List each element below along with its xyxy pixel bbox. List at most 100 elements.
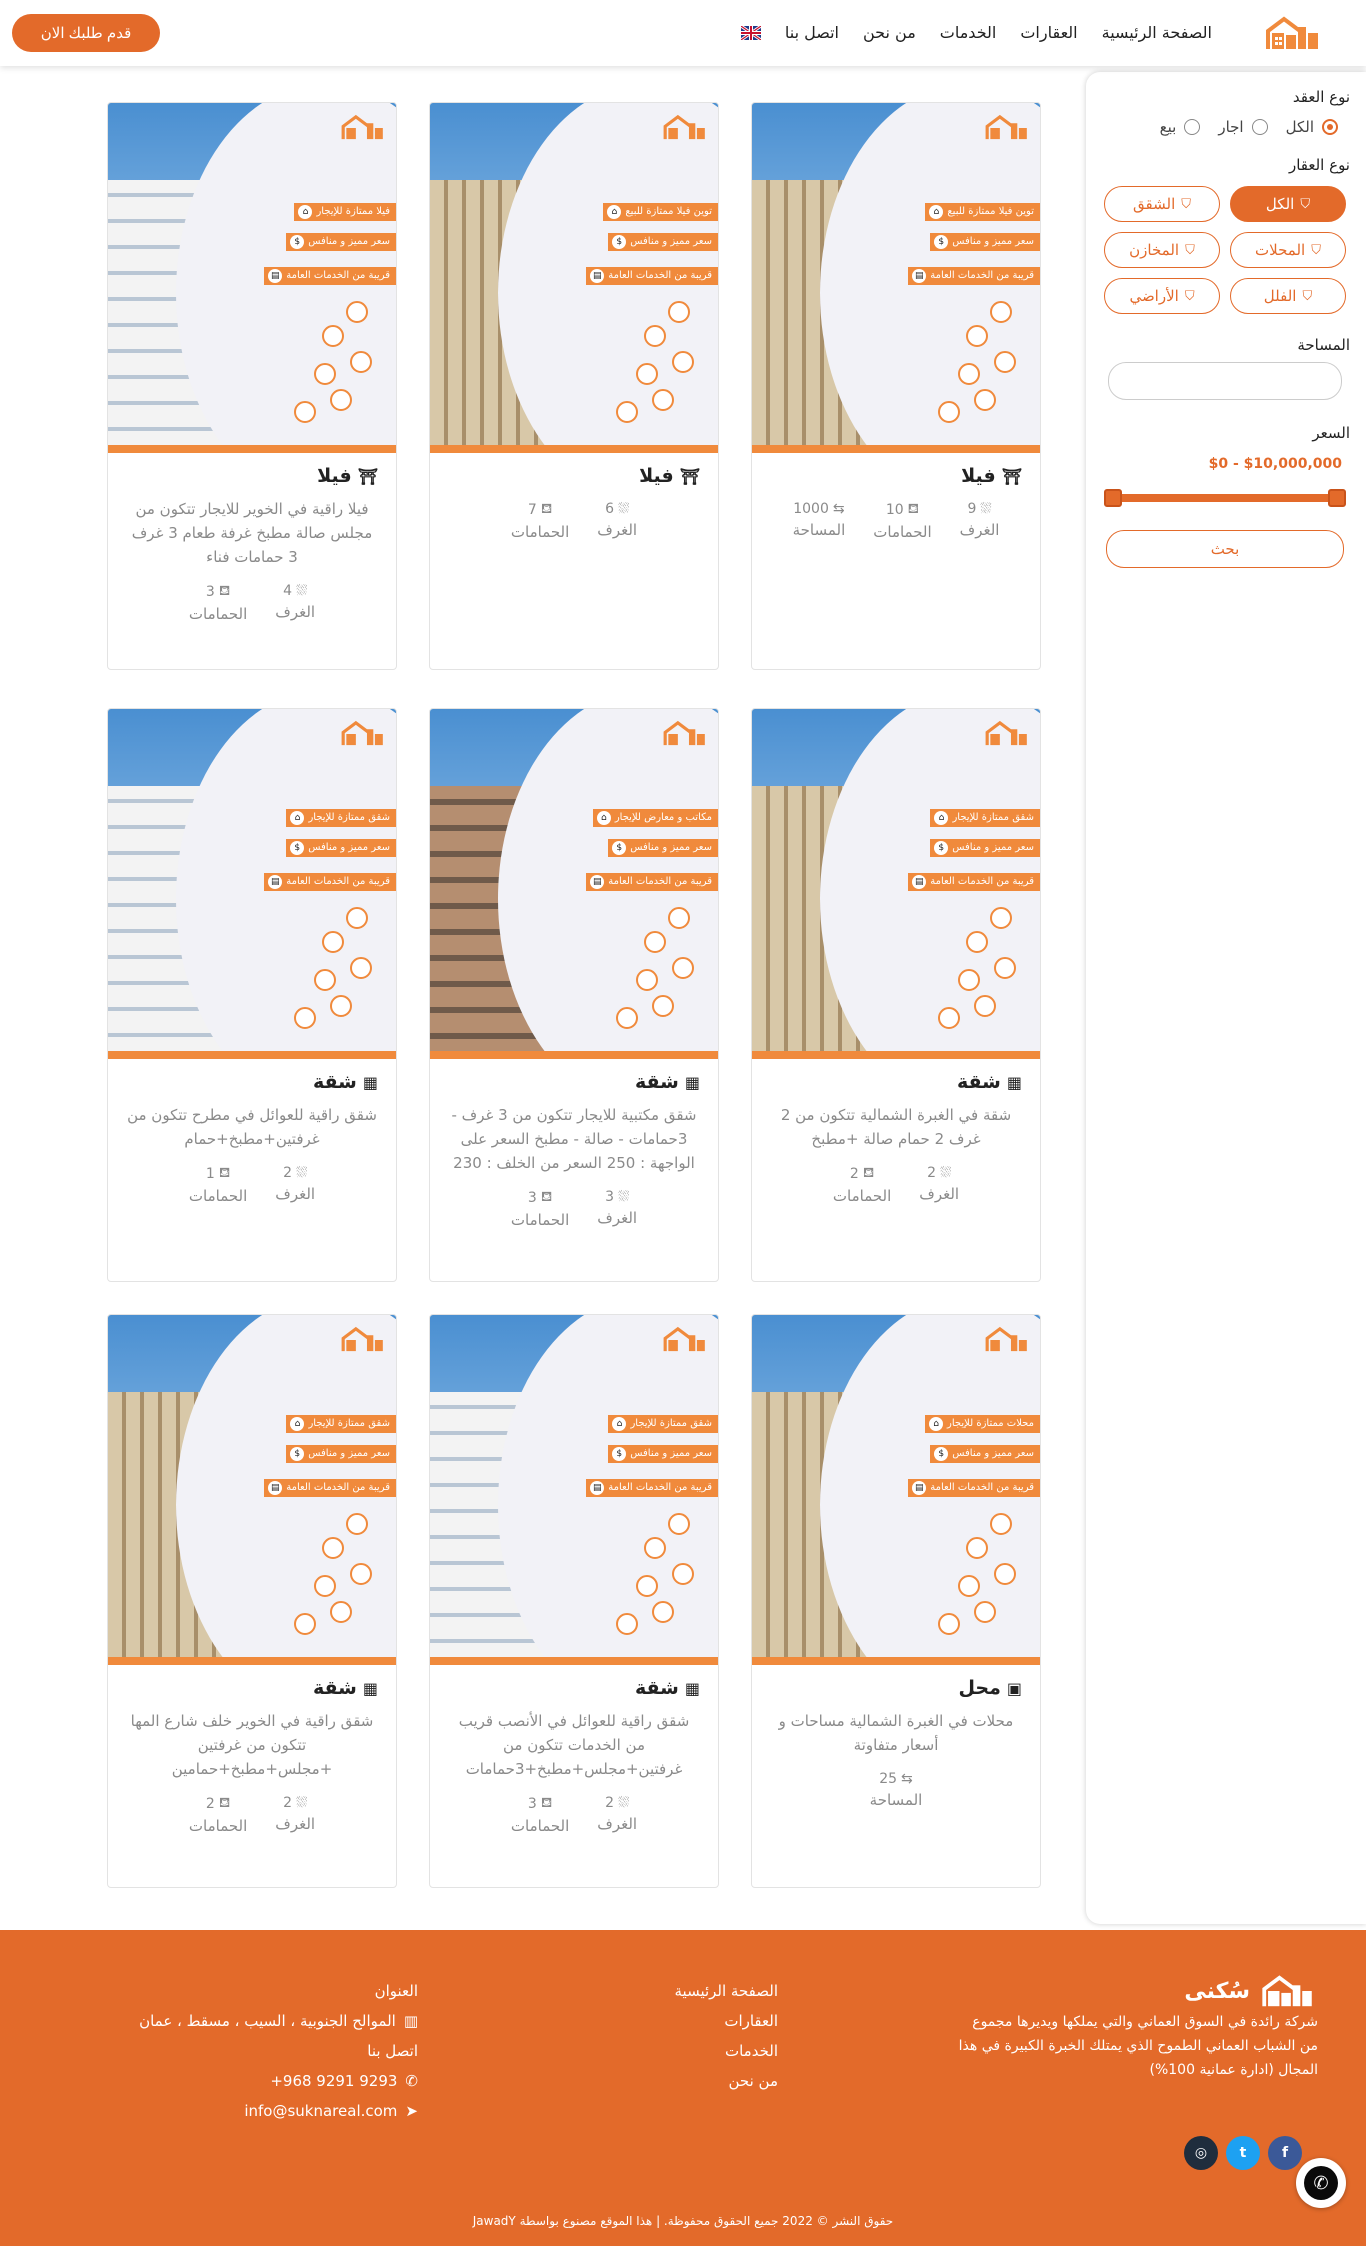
property-type[interactable]: ▣ محل [770,1677,1022,1699]
property-type[interactable]: ▦ شقة [770,1071,1022,1093]
property-card[interactable]: محلات ممتازة للإيجار ⌂ سعر مميز و منافس $ قر… [751,1314,1041,1888]
property-card[interactable]: توين فيلا ممتازة للبيع ⌂ سعر مميز و منافس $… [751,102,1041,670]
feature-dot [652,389,674,411]
property-image[interactable]: مكاتب و معارض للإيجار ⌂ سعر مميز و منافس $ ق… [430,709,718,1059]
footer-link-about[interactable]: من نحن [675,2072,779,2090]
stat-value: 2 [927,1165,937,1181]
bath-icon: ⛾ [218,1165,231,1181]
property-card[interactable]: شقق ممتازة للإيجار ⌂ سعر مميز و منافس $ قريب… [107,708,397,1282]
image-tag-text: توين فيلا ممتازة للبيع [625,206,712,217]
send-icon: ➤ [405,2102,418,2120]
property-type[interactable]: ▦ شقة [448,1071,700,1093]
property-image[interactable]: شقق ممتازة للإيجار ⌂ سعر مميز و منافس $ قريب… [108,709,396,1059]
price-label: السعر [1312,424,1350,442]
property-card[interactable]: توين فيلا ممتازة للبيع ⌂ سعر مميز و منافس $… [429,102,719,670]
stat-label: الغرف [597,521,638,539]
property-filter-all[interactable]: ⛉ الكل [1230,186,1346,222]
property-type[interactable]: ▦ شقة [448,1677,700,1699]
price-min-handle[interactable] [1104,489,1122,507]
image-tag: شقق ممتازة للإيجار ⌂ [286,809,396,827]
feature-dot [616,1007,638,1029]
property-type[interactable]: ⛩ فيلا [770,465,1022,487]
shop-icon: ▣ [1006,1678,1022,1698]
footer-link-home[interactable]: الصفحة الرئيسية [675,1982,779,2000]
image-tag-text: سعر مميز و منافس [308,236,390,247]
instagram-icon[interactable]: ◎ [1184,2136,1218,2170]
property-type-group: ⛉ الكل ⛉ الشقق ⛉ المحلات ⛉ المخازن ⛉ الفلل ⛉ ا… [1104,186,1346,314]
stat-label: المساحة [869,1791,923,1809]
contract-option-all[interactable]: الكل [1286,118,1338,136]
feature-dot [636,969,658,991]
property-type[interactable]: ▦ شقة [126,1071,378,1093]
email-link[interactable]: info@suknareal.com [244,2102,397,2120]
property-image[interactable]: توين فيلا ممتازة للبيع ⌂ سعر مميز و منافس $… [430,103,718,453]
property-filter-warehouses[interactable]: ⛉ المخازن [1104,232,1220,268]
property-image[interactable]: محلات ممتازة للإيجار ⌂ سعر مميز و منافس $ قر… [752,1315,1040,1665]
contract-option-label: اجار [1218,118,1244,136]
nav-home[interactable]: الصفحة الرئيسية [1102,23,1212,42]
price-range-slider[interactable] [1104,489,1346,507]
contract-option-rent[interactable]: اجار [1218,118,1268,136]
sukna-logo[interactable] [1264,13,1322,53]
image-tag-text: قريبة من الخدمات العامة [286,270,390,281]
property-stats: ⇆ 25 المساحة [770,1771,1022,1809]
footer-link-services[interactable]: الخدمات [675,2042,778,2060]
stat-value: 2 [283,1165,293,1181]
property-card[interactable]: شقق ممتازة للإيجار ⌂ سعر مميز و منافس $ قريب… [751,708,1041,1282]
feature-dot [958,1575,980,1597]
feature-dot [958,363,980,385]
property-image[interactable]: فيلا ممتازة للإيجار ⌂ سعر مميز و منافس $ قري… [108,103,396,453]
property-filter-shops[interactable]: ⛉ المحلات [1230,232,1346,268]
image-tag: سعر مميز و منافس $ [608,1445,718,1463]
nav-contact[interactable]: اتصل بنا [785,23,839,42]
apply-now-button[interactable]: قدم طلبك الان [12,14,160,52]
nav-properties[interactable]: العقارات [1020,23,1077,42]
building-icon: ▦ [684,1678,700,1698]
search-button[interactable]: بحث [1106,530,1344,568]
property-image[interactable]: شقق ممتازة للإيجار ⌂ سعر مميز و منافس $ قريب… [430,1315,718,1665]
phone-link[interactable]: +968 9291 9293 [270,2072,397,2090]
property-card[interactable]: فيلا ممتازة للإيجار ⌂ سعر مميز و منافس $ قري… [107,102,397,670]
property-filter-villas[interactable]: ⛉ الفلل [1230,278,1346,314]
nav-about[interactable]: من نحن [863,23,916,42]
image-tag: فيلا ممتازة للإيجار ⌂ [294,203,396,221]
image-tag-text: قريبة من الخدمات العامة [286,1482,390,1493]
area-icon: ⇆ [901,1771,913,1787]
property-filter-lands[interactable]: ⛉ الأراضي [1104,278,1220,314]
image-tag-text: قريبة من الخدمات العامة [608,876,712,887]
twitter-icon[interactable]: t [1226,2136,1260,2170]
property-type[interactable]: ▦ شقة [126,1677,378,1699]
social-links: f t ◎ [1184,2136,1302,2170]
property-type[interactable]: ⛩ فيلا [126,465,378,487]
property-image[interactable]: توين فيلا ممتازة للبيع ⌂ سعر مميز و منافس $… [752,103,1040,453]
price-max-handle[interactable] [1328,489,1346,507]
property-type[interactable]: ⛩ فيلا [448,465,700,487]
stat-value: 2 [283,1795,293,1811]
radio-icon[interactable] [1251,119,1268,135]
image-footer-strip [752,445,1040,453]
image-tag: توين فيلا ممتازة للبيع ⌂ [603,203,718,221]
image-tag: قريبة من الخدمات العامة ▤ [908,1479,1040,1497]
image-tag: سعر مميز و منافس $ [286,839,396,857]
feature-dot [958,969,980,991]
image-tag-text: سعر مميز و منافس [952,1448,1034,1459]
property-card[interactable]: شقق ممتازة للإيجار ⌂ سعر مميز و منافس $ قريب… [107,1314,397,1888]
filter-icon: ⛉ [1302,288,1313,303]
stat-label: الحمامات [510,523,570,541]
area-input[interactable] [1108,362,1342,400]
property-filter-apartments[interactable]: ⛉ الشقق [1104,186,1220,222]
property-card[interactable]: شقق ممتازة للإيجار ⌂ سعر مميز و منافس $ قريب… [429,1314,719,1888]
property-image[interactable]: شقق ممتازة للإيجار ⌂ سعر مميز و منافس $ قريب… [108,1315,396,1665]
radio-icon[interactable] [1184,119,1201,135]
english-flag-icon[interactable] [740,26,761,40]
footer-link-properties[interactable]: العقارات [675,2012,778,2030]
contract-option-sale[interactable]: بيع [1160,118,1201,136]
whatsapp-button[interactable]: ✆ [1296,2158,1346,2208]
property-image[interactable]: شقق ممتازة للإيجار ⌂ سعر مميز و منافس $ قريب… [752,709,1040,1059]
property-card[interactable]: مكاتب و معارض للإيجار ⌂ سعر مميز و منافس $ ق… [429,708,719,1282]
radio-selected-icon[interactable] [1322,119,1338,135]
area-icon: ⇆ [832,501,845,517]
facebook-icon[interactable]: f [1268,2136,1302,2170]
feature-dot [330,995,352,1017]
nav-services[interactable]: الخدمات [940,23,997,42]
